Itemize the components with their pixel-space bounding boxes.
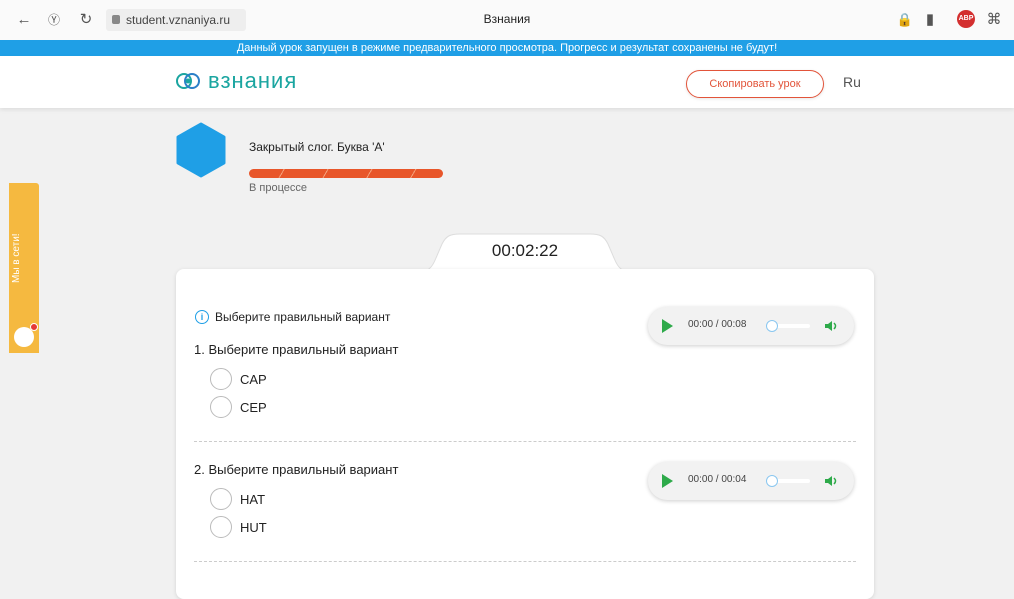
question-title: 1. Выберите правильный вариант — [194, 342, 399, 357]
radio-button[interactable] — [210, 396, 232, 418]
audio-time: 00:00 / 00:04 — [688, 474, 747, 485]
question-title: 2. Выберите правильный вариант — [194, 462, 399, 477]
play-icon[interactable] — [662, 474, 673, 488]
option-label: HAT — [240, 491, 266, 507]
audio-time: 00:00 / 00:08 — [688, 319, 747, 330]
logo-icon — [176, 73, 200, 89]
question-card: i Выберите правильный вариант 1. Выберит… — [176, 269, 874, 599]
timer: 00:02:22 — [491, 241, 559, 260]
permissions-icon[interactable]: 🔒 — [895, 10, 915, 30]
chat-button[interactable] — [9, 321, 39, 353]
browser-toolbar: ← Ⓨ ↻ student.vznaniya.ru Взнания 🔒 ▮ AB… — [0, 0, 1014, 41]
answer-option[interactable]: HUT — [210, 516, 267, 538]
lesson-title: Закрытый слог. Буква 'A' — [249, 140, 385, 154]
site-header: взнания Скопировать урок Ru — [0, 56, 1014, 108]
answer-option[interactable]: CEP — [210, 396, 267, 418]
lesson-progress-bar — [249, 169, 443, 178]
audio-player: 00:00 / 00:08 — [648, 307, 854, 345]
online-chat-label: Мы в сети! — [11, 233, 22, 283]
notification-dot — [30, 323, 38, 331]
audio-progress-knob[interactable] — [766, 320, 778, 332]
option-label: CEP — [240, 399, 267, 415]
radio-button[interactable] — [210, 516, 232, 538]
option-label: HUT — [240, 519, 267, 535]
logo-text: взнания — [208, 68, 298, 93]
answer-option[interactable]: CAP — [210, 368, 267, 390]
radio-button[interactable] — [210, 368, 232, 390]
tab-title: Взнания — [483, 12, 531, 26]
instruction: i Выберите правильный вариант — [195, 310, 390, 324]
language-switch[interactable]: Ru — [843, 74, 861, 90]
option-label: CAP — [240, 371, 267, 387]
bookmark-icon[interactable]: ▮ — [920, 10, 940, 30]
audio-progress-knob[interactable] — [766, 475, 778, 487]
radio-button[interactable] — [210, 488, 232, 510]
logo[interactable]: взнания — [176, 68, 297, 94]
preview-banner: Данный урок запущен в режиме предварител… — [0, 40, 1014, 56]
volume-icon[interactable] — [824, 474, 838, 488]
instruction-text: Выберите правильный вариант — [215, 310, 391, 324]
volume-icon[interactable] — [824, 319, 838, 333]
extension-icon[interactable]: ⌘ — [984, 10, 1004, 30]
audio-player: 00:00 / 00:04 — [648, 462, 854, 500]
answer-option[interactable]: HAT — [210, 488, 265, 510]
lesson-status: В процессе — [249, 182, 307, 194]
lesson-hexagon-icon — [176, 122, 226, 178]
info-icon: i — [195, 310, 209, 324]
question-divider — [194, 561, 856, 562]
adblock-icon[interactable]: ABP — [957, 10, 975, 28]
copy-lesson-button[interactable]: Скопировать урок — [686, 70, 824, 98]
question-divider — [194, 441, 856, 442]
progress-fill — [249, 169, 443, 178]
play-icon[interactable] — [662, 319, 673, 333]
